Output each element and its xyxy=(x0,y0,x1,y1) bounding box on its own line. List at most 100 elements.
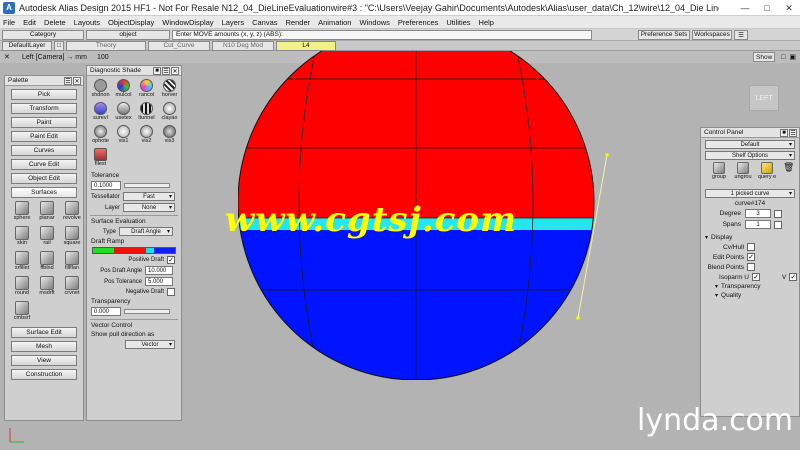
tool-srfillet[interactable]: srfillet xyxy=(11,251,33,274)
menu-preferences[interactable]: Preferences xyxy=(398,18,438,27)
draft-ramp[interactable] xyxy=(92,247,176,254)
close-icon[interactable]: ✕ xyxy=(778,0,800,16)
shelf-ungroup[interactable]: ungrou xyxy=(731,162,755,185)
shader-vis3[interactable]: vis3 xyxy=(159,125,180,147)
shader-usetex[interactable]: usetex xyxy=(113,102,134,124)
n10-layer-tab[interactable]: N10 Deg Mod xyxy=(212,40,274,51)
pos-draft-angle-input[interactable]: 10.000 xyxy=(145,266,173,275)
tolerance-input[interactable]: 0.1000 xyxy=(91,181,121,190)
shader-shdnon[interactable]: shdnon xyxy=(90,79,111,101)
shader-surevl[interactable]: surevl xyxy=(90,102,111,124)
mesh-button[interactable]: Mesh xyxy=(11,341,77,352)
workspaces-button[interactable]: Workspaces xyxy=(692,29,732,40)
palette-close-icon[interactable]: ✕ xyxy=(73,77,81,85)
pos-tolerance-input[interactable]: 5.000 xyxy=(145,277,173,286)
layer-select[interactable]: None xyxy=(123,203,175,212)
layer-lock-icon[interactable]: □ xyxy=(54,40,64,51)
cp-options-icon[interactable]: ☰ xyxy=(789,129,797,137)
spans-toggle[interactable] xyxy=(774,220,782,229)
cut-curve-layer-tab[interactable]: Cut_Curve xyxy=(148,40,210,51)
curve-edit-button[interactable]: Curve Edit xyxy=(11,159,77,170)
menu-utilities[interactable]: Utilities xyxy=(446,18,470,27)
menu-animation[interactable]: Animation xyxy=(318,18,351,27)
isoparm-v-checkbox[interactable]: ✓ xyxy=(789,273,798,281)
menu-file[interactable]: File xyxy=(3,18,15,27)
cvhull-checkbox[interactable] xyxy=(747,243,755,251)
shelf-options-select[interactable]: Shelf Options xyxy=(705,151,795,160)
view-maximize-icon[interactable]: □ xyxy=(781,54,785,61)
transparency-section[interactable]: ▾ Transparency xyxy=(715,283,799,290)
menu-layers[interactable]: Layers xyxy=(222,18,245,27)
menu-edit[interactable]: Edit xyxy=(23,18,36,27)
diag-pin-icon[interactable]: ■ xyxy=(153,67,161,75)
menu-layouts[interactable]: Layouts xyxy=(74,18,100,27)
tool-round[interactable]: round xyxy=(11,276,33,299)
tolerance-slider[interactable] xyxy=(124,183,170,188)
view-close-icon[interactable]: ✕ xyxy=(4,53,16,61)
degree-toggle[interactable] xyxy=(774,209,782,218)
shader-ophote[interactable]: ophote xyxy=(90,125,111,147)
tool-rail[interactable]: rail xyxy=(36,226,58,249)
shader-vis2[interactable]: vis2 xyxy=(136,125,157,147)
menu-canvas[interactable]: Canvas xyxy=(252,18,277,27)
isoparm-u-checkbox[interactable]: ✓ xyxy=(752,273,760,281)
tool-skin[interactable]: skin xyxy=(11,226,33,249)
tool-cmbsrf[interactable]: cmbsrf xyxy=(11,301,33,324)
default-layer-tab[interactable]: DefaultLayer xyxy=(2,40,52,51)
type-select[interactable]: Draft Angle xyxy=(119,227,173,236)
shader-mulcol[interactable]: mulcol xyxy=(113,79,134,101)
menu-delete[interactable]: Delete xyxy=(44,18,66,27)
display-section[interactable]: ▾ Display xyxy=(705,234,799,241)
menu-render[interactable]: Render xyxy=(286,18,311,27)
diag-options-icon[interactable]: ☰ xyxy=(162,67,170,75)
pick-button[interactable]: Pick xyxy=(11,89,77,100)
degree-input[interactable]: 3 xyxy=(745,209,771,218)
view-button[interactable]: View xyxy=(11,355,77,366)
shader-rancol[interactable]: rancol xyxy=(136,79,157,101)
view-cube[interactable]: LEFT xyxy=(749,85,779,111)
shader-ltunnel[interactable]: ltunnel xyxy=(136,102,157,124)
tool-square[interactable]: square xyxy=(61,226,83,249)
workspace-menu-icon[interactable]: ☰ xyxy=(734,29,748,40)
trash-icon[interactable]: 🗑 xyxy=(783,162,794,185)
menu-help[interactable]: Help xyxy=(479,18,494,27)
transform-button[interactable]: Transform xyxy=(11,103,77,114)
menu-windowdisplay[interactable]: WindowDisplay xyxy=(162,18,213,27)
view-fullscreen-icon[interactable]: ▣ xyxy=(789,53,796,61)
category-dropdown[interactable]: Category xyxy=(2,29,84,40)
preference-sets-button[interactable]: Preference Sets xyxy=(638,29,690,40)
curves-button[interactable]: Curves xyxy=(11,145,77,156)
paint-button[interactable]: Paint xyxy=(11,117,77,128)
paint-edit-button[interactable]: Paint Edit xyxy=(11,131,77,142)
tool-fillflan[interactable]: fillflan xyxy=(61,251,83,274)
palette-options-icon[interactable]: ☰ xyxy=(64,77,72,85)
spans-input[interactable]: 1 xyxy=(745,220,771,229)
construction-button[interactable]: Construction xyxy=(11,369,77,380)
preset-select[interactable]: Default xyxy=(705,140,795,149)
shader-filest[interactable]: filest xyxy=(90,148,111,170)
positive-draft-checkbox[interactable]: ✓ xyxy=(167,256,175,264)
object-dropdown[interactable]: object xyxy=(86,29,170,40)
shader-horver[interactable]: horver xyxy=(159,79,180,101)
tool-msdrft[interactable]: msdrft xyxy=(36,276,58,299)
cp-pin-icon[interactable]: ■ xyxy=(780,129,788,137)
prompt-input[interactable]: Enter MOVE amounts (x, y, z) (ABS): xyxy=(172,29,592,40)
tool-sphere[interactable]: sphere xyxy=(11,201,33,224)
edit-points-checkbox[interactable]: ✓ xyxy=(747,253,755,261)
minimize-icon[interactable]: — xyxy=(734,0,756,16)
shelf-query-edit[interactable]: query e xyxy=(755,162,779,185)
blend-points-checkbox[interactable] xyxy=(747,263,755,271)
l4-layer-tab[interactable]: L4 xyxy=(276,40,336,51)
menu-objectdisplay[interactable]: ObjectDisplay xyxy=(108,18,154,27)
menu-windows[interactable]: Windows xyxy=(359,18,389,27)
diag-close-icon[interactable]: ✕ xyxy=(171,67,179,75)
theory-layer-tab[interactable]: Theory xyxy=(66,40,146,51)
transparency-slider[interactable] xyxy=(124,309,170,314)
tool-planar[interactable]: planar xyxy=(36,201,58,224)
tessellator-select[interactable]: Fast xyxy=(123,192,175,201)
shader-clayao[interactable]: clayao xyxy=(159,102,180,124)
quality-section[interactable]: ▾ Quality xyxy=(715,292,799,299)
surfaces-button[interactable]: Surfaces xyxy=(11,187,77,198)
tool-ffblnd[interactable]: ffblnd xyxy=(36,251,58,274)
object-edit-button[interactable]: Object Edit xyxy=(11,173,77,184)
